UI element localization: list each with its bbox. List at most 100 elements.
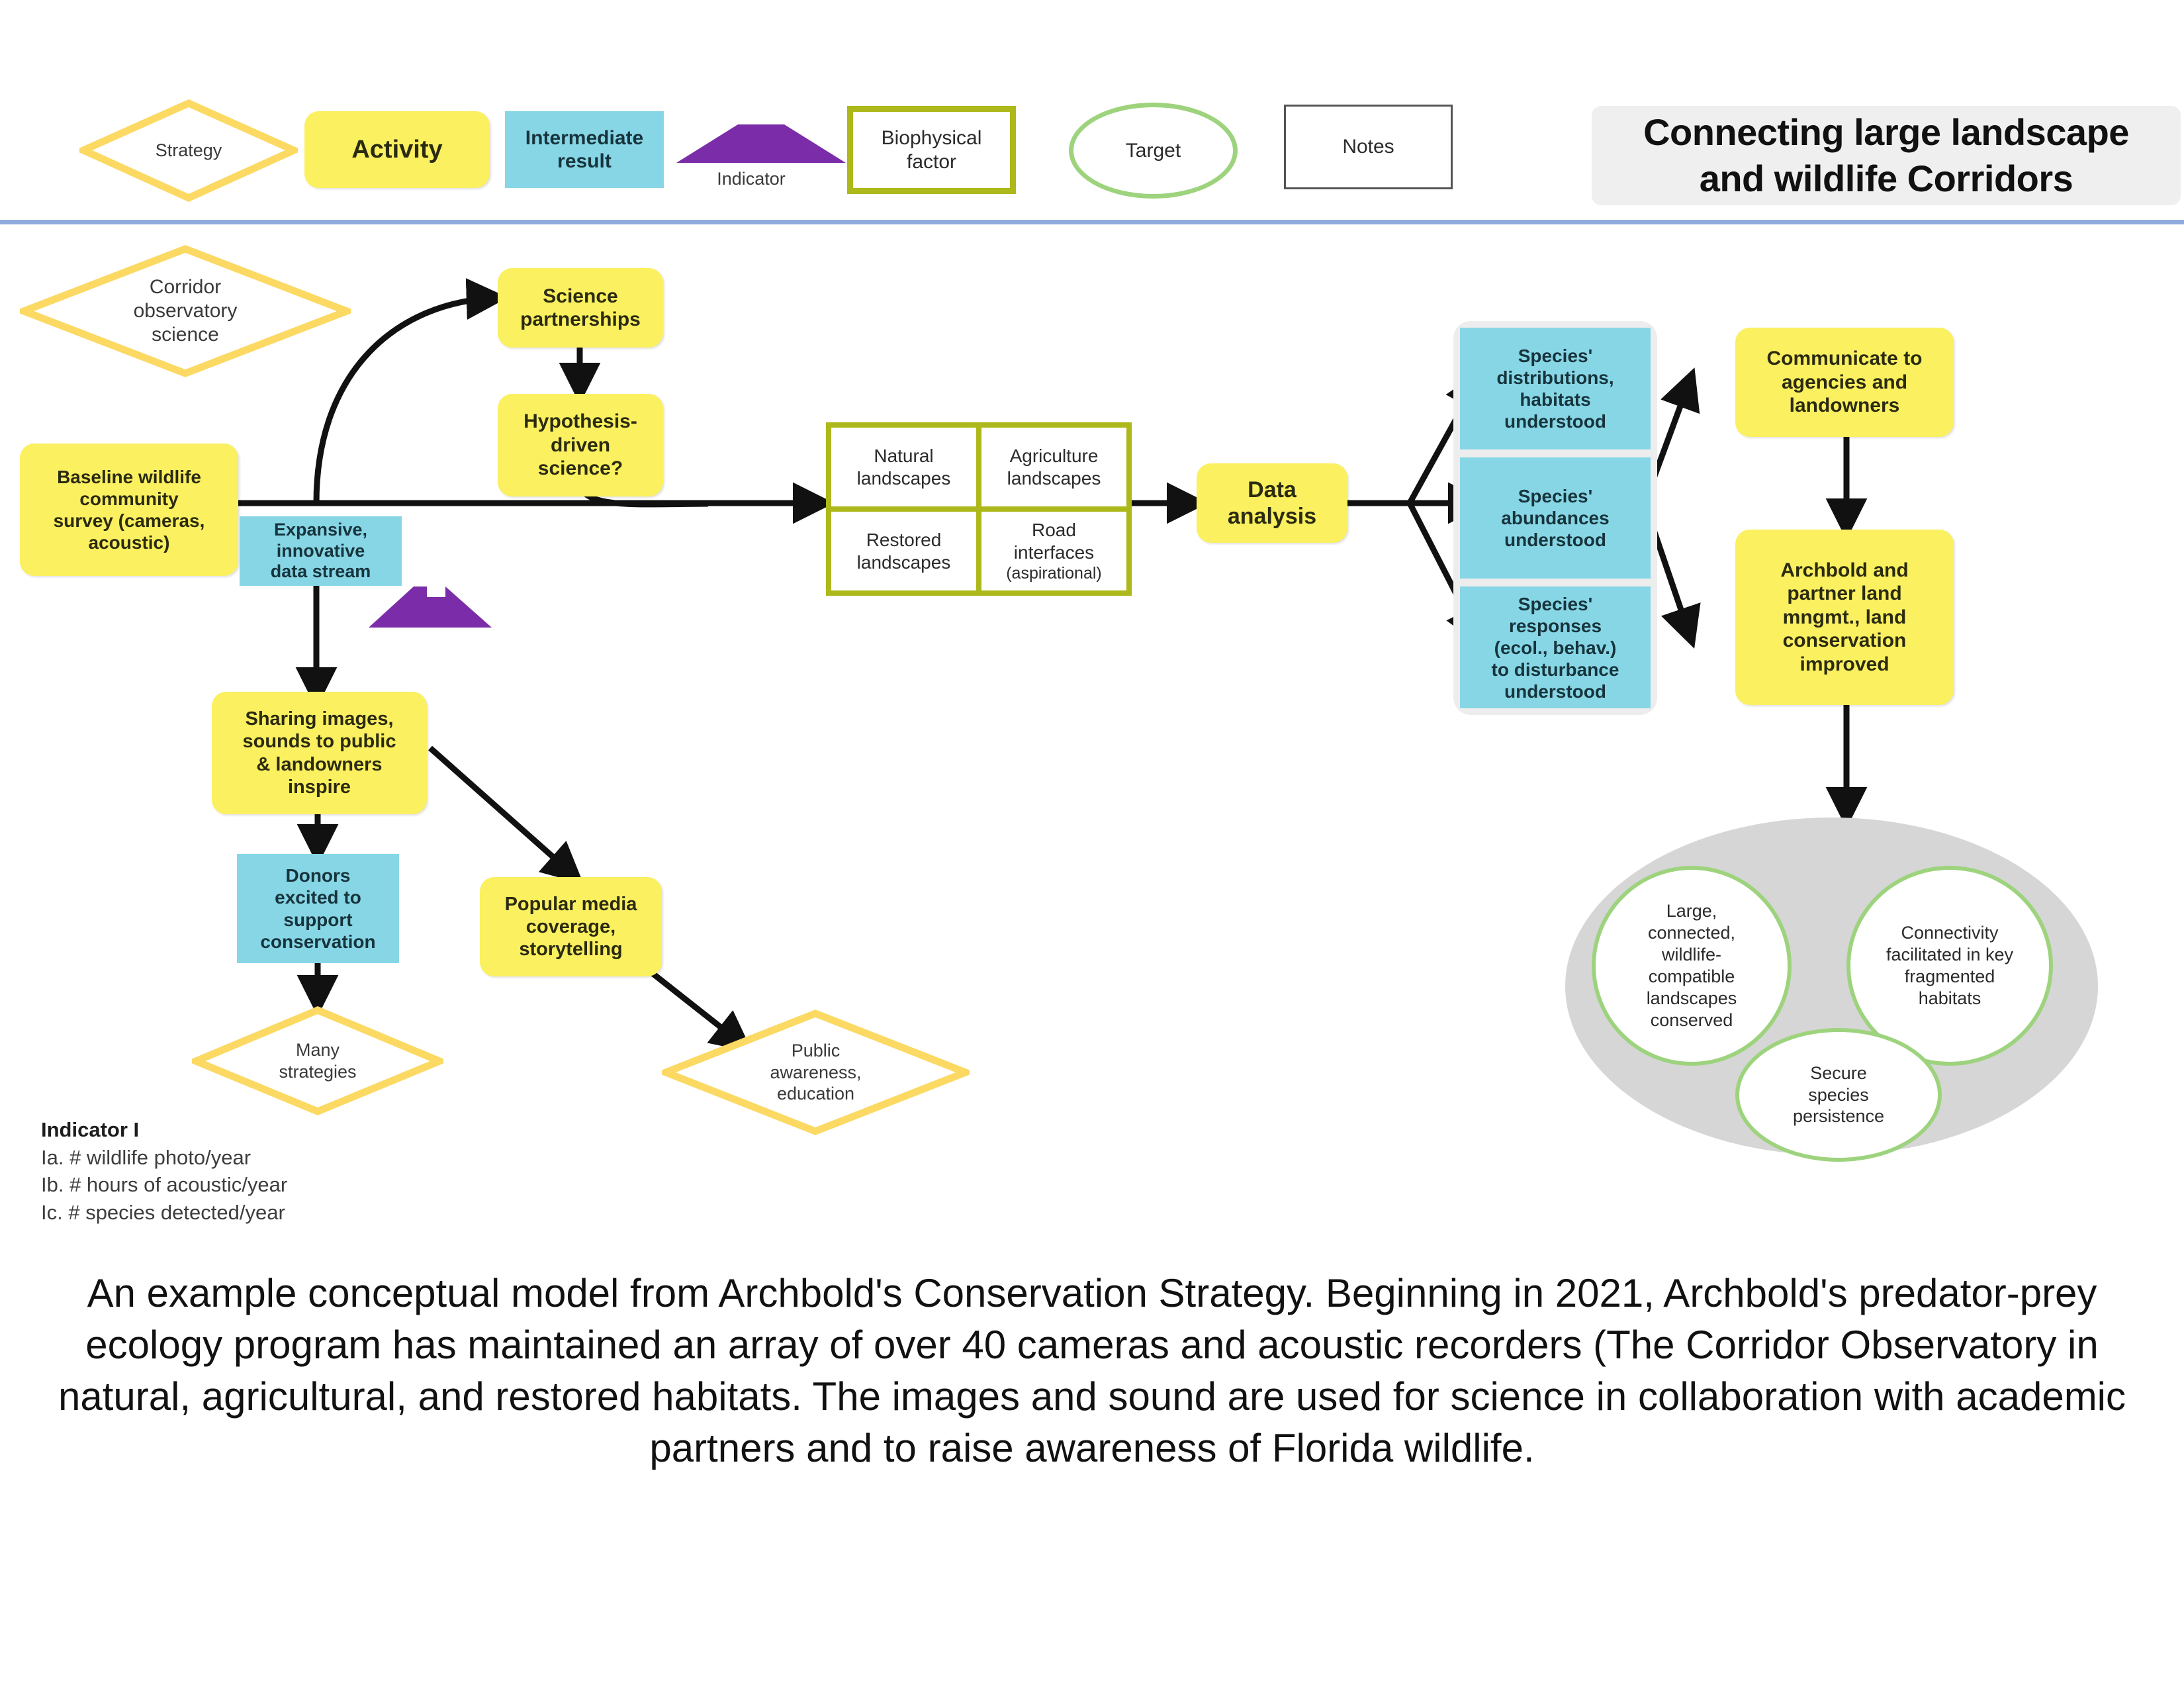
- edge-sharing-to-media: [428, 745, 584, 884]
- line: improved: [1799, 653, 1889, 675]
- line: data stream: [270, 561, 371, 582]
- line: sounds to public: [242, 731, 396, 753]
- legend-intermediate-chip: Intermediate result: [505, 111, 664, 188]
- indicator-list-item: Ic. # species detected/year: [41, 1200, 285, 1224]
- line: landowners: [1789, 395, 1900, 417]
- line: Science: [543, 285, 618, 307]
- line: interfaces: [1013, 541, 1095, 563]
- line: conservation: [260, 931, 376, 952]
- line: species: [1808, 1084, 1869, 1105]
- line: distributions,: [1496, 367, 1614, 388]
- indicator-list-item: Ib. # hours of acoustic/year: [41, 1173, 288, 1197]
- quad-cell-agriculture: Agriculture landscapes: [981, 428, 1126, 506]
- node-communicate-agencies: Communicate to agencies and landowners: [1735, 328, 1954, 437]
- indicator-list-title: Indicator I: [41, 1118, 140, 1141]
- line: understood: [1504, 680, 1606, 702]
- line: coverage,: [525, 915, 616, 937]
- node-many-strategies-label: Many strategies: [192, 1006, 443, 1115]
- node-species-responses: Species' responses (ecol., behav.) to di…: [1460, 586, 1651, 709]
- line: driven: [550, 434, 611, 456]
- line: observatory: [133, 300, 238, 322]
- node-baseline-survey: Baseline wildlife community survey (came…: [20, 444, 238, 576]
- group-species-results: Species' distributions, habitats underst…: [1453, 321, 1657, 715]
- legend-strategy-label: Strategy: [155, 140, 222, 160]
- legend-target-chip: Target: [1069, 103, 1238, 199]
- line: Hypothesis-: [523, 410, 637, 433]
- node-expansive-data-stream: Expansive, innovative data stream: [240, 516, 402, 586]
- line: conservation: [1782, 630, 1907, 652]
- line: responses: [1508, 615, 1602, 636]
- indicator-list-item: Ia. # wildlife photo/year: [41, 1145, 251, 1169]
- node-strategy-corridor-observatory: Corridor observatory science: [20, 245, 351, 377]
- line: abundances: [1501, 507, 1610, 528]
- line: landscapes: [1646, 988, 1737, 1008]
- legend-intermediate-line1: Intermediate: [525, 126, 644, 149]
- line: Donors: [285, 865, 351, 886]
- legend-indicator-label: Indicator: [717, 169, 786, 189]
- line: Public: [791, 1041, 841, 1061]
- figure-caption: An example conceptual model from Archbol…: [58, 1271, 2126, 1470]
- line: (ecol., behav.): [1494, 637, 1617, 658]
- line: landscapes: [856, 467, 951, 489]
- header-divider: [0, 220, 2184, 224]
- line: Agriculture: [1009, 445, 1099, 466]
- node-data-analysis: Data analysis: [1197, 463, 1347, 543]
- legend-activity-label: Activity: [351, 135, 443, 164]
- line: to disturbance: [1491, 659, 1619, 680]
- line: Data: [1248, 477, 1297, 502]
- node-strategy-corridor-label: Corridor observatory science: [20, 245, 351, 377]
- node-sharing-images: Sharing images, sounds to public & lando…: [212, 692, 427, 814]
- line: survey (cameras,: [53, 510, 205, 531]
- legend-biophysical-line2: factor: [906, 150, 957, 173]
- line: strategies: [279, 1061, 357, 1082]
- node-strategy-public-awareness: Public awareness, education: [662, 1009, 970, 1135]
- line: wildlife-: [1661, 945, 1721, 965]
- line: acoustic): [88, 532, 170, 553]
- node-species-abundances: Species' abundances understood: [1460, 457, 1651, 579]
- line: Species': [1518, 485, 1593, 506]
- legend-intermediate-line2: result: [557, 150, 612, 172]
- line: connected,: [1647, 923, 1736, 943]
- line: agencies and: [1781, 371, 1908, 393]
- line: Species': [1518, 345, 1593, 366]
- line: partner land: [1787, 583, 1902, 605]
- node-public-awareness-label: Public awareness, education: [662, 1009, 970, 1135]
- header-banner-line1: Connecting large landscape: [1643, 111, 2129, 153]
- line: Secure: [1810, 1062, 1867, 1083]
- line: Species': [1518, 593, 1593, 614]
- line: Connectivity: [1901, 923, 1999, 943]
- node-popular-media: Popular media coverage, storytelling: [480, 877, 662, 976]
- line: (aspirational): [1006, 564, 1102, 583]
- line: Expansive,: [273, 519, 368, 539]
- quad-cell-restored: Restored landscapes: [831, 512, 976, 590]
- legend-biophysical-chip: Biophysical factor: [847, 106, 1016, 194]
- line: community: [79, 488, 179, 509]
- line: Large,: [1666, 901, 1717, 921]
- line: science: [152, 324, 219, 346]
- node-species-distributions: Species' distributions, habitats underst…: [1460, 328, 1651, 449]
- legend-activity-chip: Activity: [304, 111, 490, 188]
- node-donors-excited: Donors excited to support conservation: [237, 854, 399, 963]
- node-target-secure-persistence: Secure species persistence: [1735, 1028, 1942, 1162]
- node-science-partnerships: Science partnerships: [498, 268, 663, 348]
- line: understood: [1504, 410, 1606, 432]
- legend-indicator-group: Indicator: [675, 113, 847, 205]
- header-banner-line2: and wildlife Corridors: [1699, 158, 2073, 199]
- line: habitats: [1918, 988, 1981, 1008]
- line: science?: [537, 457, 623, 480]
- legend-notes-label: Notes: [1342, 136, 1394, 158]
- node-target-landscapes-conserved: Large, connected, wildlife- compatible l…: [1592, 866, 1792, 1066]
- quad-cell-natural: Natural landscapes: [831, 428, 976, 506]
- legend-strategy-diamond: Strategy: [79, 99, 298, 202]
- line: Communicate to: [1766, 348, 1923, 370]
- line: Sharing images,: [245, 708, 394, 730]
- line: conserved: [1650, 1009, 1733, 1030]
- line: understood: [1504, 530, 1606, 551]
- line: partnerships: [520, 308, 641, 330]
- node-strategy-many-strategies: Many strategies: [192, 1006, 443, 1115]
- indicator-triangle-icon: [369, 586, 492, 628]
- line: Corridor: [149, 276, 222, 298]
- line: inspire: [287, 776, 351, 798]
- line: & landowners: [256, 753, 383, 775]
- line: Restored: [866, 529, 942, 550]
